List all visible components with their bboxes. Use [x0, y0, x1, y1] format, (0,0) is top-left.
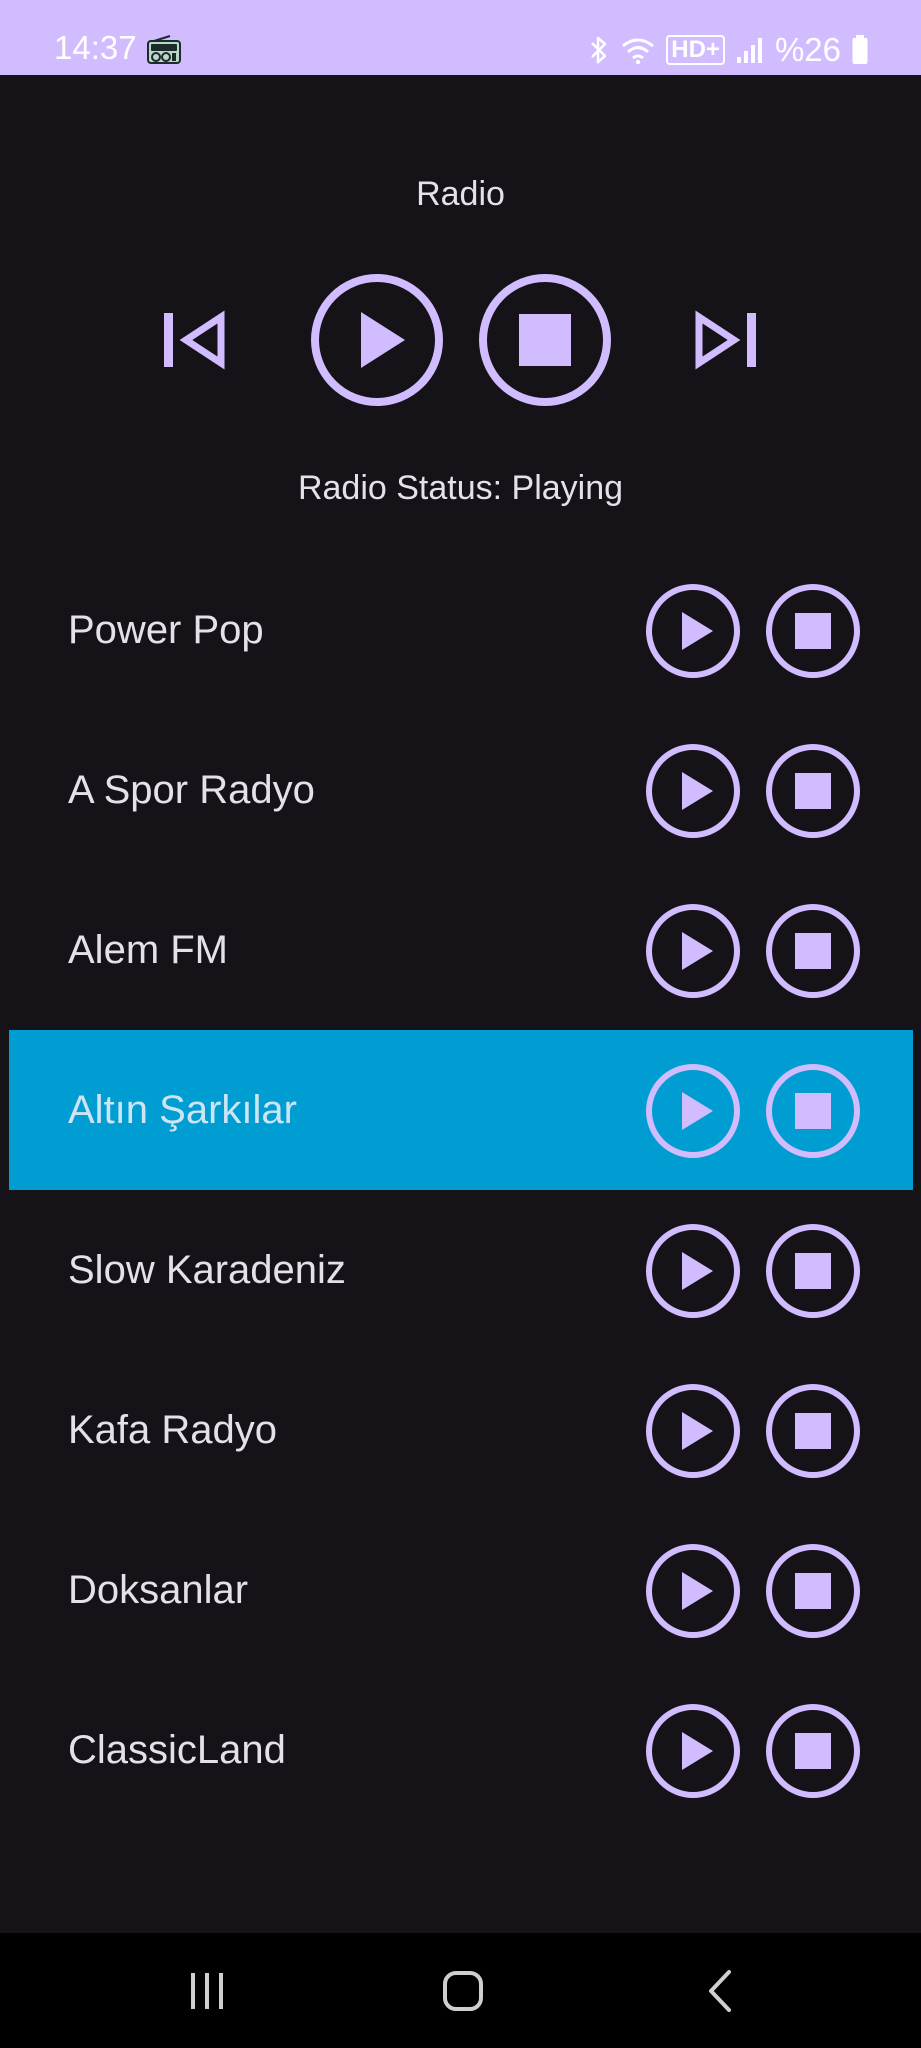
radio-status: Radio Status: Playing	[297, 469, 624, 507]
stop-icon[interactable]	[765, 743, 861, 839]
station-name: ClassicLand	[68, 1728, 286, 1772]
play-icon[interactable]	[645, 743, 741, 839]
stop-icon[interactable]	[765, 1703, 861, 1799]
previous-icon[interactable]	[150, 300, 230, 380]
home-icon[interactable]	[433, 1963, 493, 2019]
signal-icon	[736, 38, 762, 63]
nav-bar	[0, 1933, 921, 2048]
station-row[interactable]: ClassicLand	[9, 1670, 913, 1830]
stop-icon[interactable]	[477, 272, 613, 408]
status-time: 14:37	[54, 29, 137, 66]
stop-icon[interactable]	[765, 903, 861, 999]
play-icon[interactable]	[645, 1703, 741, 1799]
station-name: Power Pop	[68, 608, 264, 652]
station-name: Alem FM	[68, 928, 228, 972]
station-name: Doksanlar	[68, 1568, 249, 1612]
bluetooth-icon	[591, 36, 607, 64]
play-icon[interactable]	[645, 1223, 741, 1319]
play-icon[interactable]	[645, 1543, 741, 1639]
battery-percent: %26	[774, 31, 841, 68]
page-title: Radio	[416, 175, 505, 213]
play-icon[interactable]	[645, 583, 741, 679]
station-row[interactable]: Slow Karadeniz	[9, 1190, 913, 1350]
station-name: Altın Şarkılar	[68, 1088, 297, 1132]
station-name: Slow Karadeniz	[68, 1248, 346, 1292]
stop-icon[interactable]	[765, 1543, 861, 1639]
status-bar: 14:37 HD+ %26	[0, 0, 921, 75]
play-icon[interactable]	[645, 1383, 741, 1479]
station-name: A Spor Radyo	[68, 768, 315, 812]
play-icon[interactable]	[645, 903, 741, 999]
play-icon[interactable]	[309, 272, 445, 408]
hd-voice-icon: HD+	[666, 35, 725, 65]
wifi-icon	[622, 38, 655, 65]
battery-icon	[852, 35, 868, 64]
stop-icon[interactable]	[765, 583, 861, 679]
station-row[interactable]: Alem FM	[9, 870, 913, 1030]
recent-apps-icon[interactable]	[177, 1963, 237, 2019]
play-icon[interactable]	[645, 1063, 741, 1159]
stop-icon[interactable]	[765, 1063, 861, 1159]
back-icon[interactable]	[691, 1963, 751, 2019]
next-icon[interactable]	[690, 300, 770, 380]
station-row-selected[interactable]: Altın Şarkılar	[9, 1030, 913, 1190]
station-name: Kafa Radyo	[68, 1408, 278, 1452]
station-row[interactable]: Power Pop	[9, 550, 913, 710]
radio-icon	[147, 35, 181, 64]
status-icons: HD+ %26	[588, 30, 869, 70]
stop-icon[interactable]	[765, 1383, 861, 1479]
stop-icon[interactable]	[765, 1223, 861, 1319]
station-row[interactable]: Doksanlar	[9, 1510, 913, 1670]
station-row[interactable]: A Spor Radyo	[9, 710, 913, 870]
station-row[interactable]: Kafa Radyo	[9, 1350, 913, 1510]
